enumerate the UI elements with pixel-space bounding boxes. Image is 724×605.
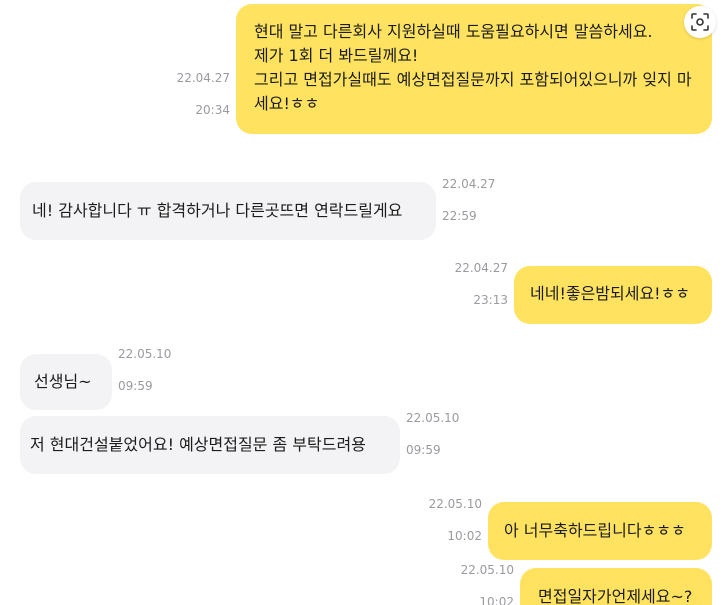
timestamp-time: 22:59 — [442, 209, 477, 223]
timestamp-date: 22.04.27 — [454, 261, 508, 275]
timestamp: 22.05.10 09:59 — [406, 394, 459, 474]
message-bubble[interactable]: 면접일자가언제세요~? — [520, 568, 712, 605]
timestamp-date: 22.04.27 — [442, 177, 496, 191]
chat-screen: 22.04.27 20:34 현대 말고 다른회사 지원하실때 도움필요하시면 … — [0, 0, 724, 605]
scan-text-button[interactable] — [684, 6, 716, 38]
timestamp-date: 22.05.10 — [460, 563, 514, 577]
timestamp-time: 09:59 — [406, 443, 441, 457]
message-bubble[interactable]: 네! 감사합니다 ㅠ 합격하거나 다른곳뜨면 연락드릴게요 — [20, 182, 436, 240]
timestamp-date: 22.05.10 — [118, 347, 172, 361]
timestamp-date: 22.05.10 — [428, 497, 482, 511]
timestamp-time: 20:34 — [195, 103, 230, 117]
timestamp-time: 10:02 — [479, 595, 514, 605]
message-row: 저 현대건설붙었어요! 예상면접질문 좀 부탁드려용 22.05.10 09:5… — [20, 394, 459, 474]
message-row: 네! 감사합니다 ㅠ 합격하거나 다른곳뜨면 연락드릴게요 22.04.27 2… — [20, 160, 495, 240]
timestamp-date: 22.04.27 — [176, 71, 230, 85]
timestamp-time: 10:02 — [447, 529, 482, 543]
timestamp-date: 22.05.10 — [406, 411, 460, 425]
message-row: 22.04.27 20:34 현대 말고 다른회사 지원하실때 도움필요하시면 … — [177, 4, 712, 134]
message-row: 22.05.10 10:02 면접일자가언제세요~? — [461, 546, 712, 605]
timestamp: 22.04.27 20:34 — [177, 54, 230, 134]
timestamp: 22.05.10 10:02 — [461, 546, 514, 605]
timestamp-time: 09:59 — [118, 379, 153, 393]
timestamp: 22.04.27 22:59 — [442, 160, 495, 240]
timestamp-time: 23:13 — [473, 293, 508, 307]
message-bubble[interactable]: 현대 말고 다른회사 지원하실때 도움필요하시면 말씀하세요. 제가 1회 더 … — [236, 4, 712, 134]
message-row: 22.04.27 23:13 네네!좋은밤되세요!ㅎㅎ — [455, 244, 712, 324]
message-bubble[interactable]: 네네!좋은밤되세요!ㅎㅎ — [514, 266, 712, 324]
message-bubble[interactable]: 저 현대건설붙었어요! 예상면접질문 좀 부탁드려용 — [20, 416, 400, 474]
timestamp: 22.04.27 23:13 — [455, 244, 508, 324]
scan-text-icon — [691, 13, 709, 31]
